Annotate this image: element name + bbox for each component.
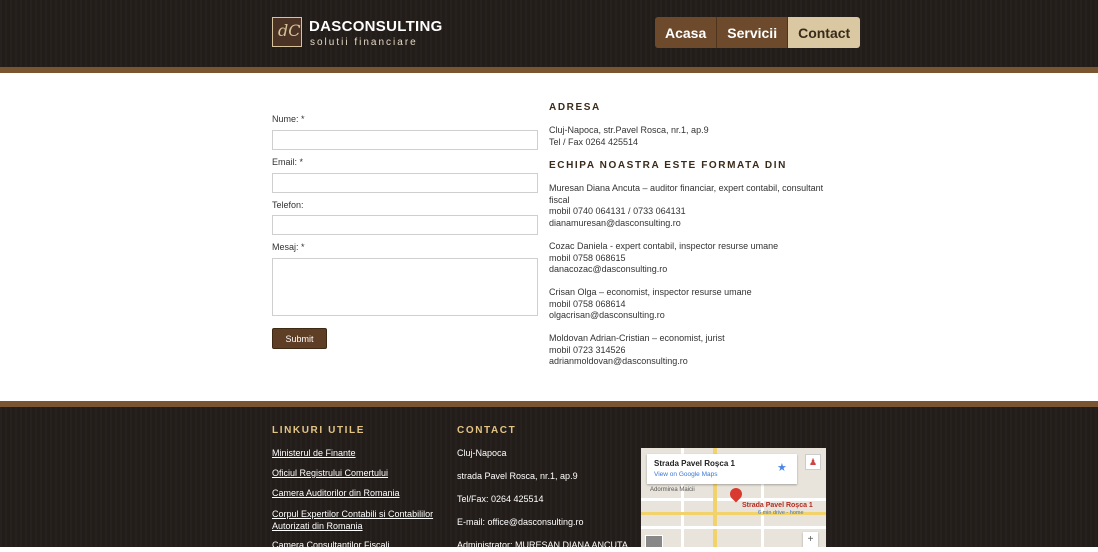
- team-member: Cozac Daniela - expert contabil, inspect…: [549, 241, 834, 276]
- map-place-title: Strada Pavel Roșca 1: [654, 459, 735, 468]
- address-title: ADRESA: [549, 102, 601, 113]
- email-field[interactable]: [272, 173, 538, 193]
- member-email[interactable]: adrianmoldovan@dasconsulting.ro: [549, 356, 834, 368]
- member-role: Muresan Diana Ancuta – auditor financiar…: [549, 183, 824, 205]
- message-field[interactable]: [272, 258, 538, 316]
- footer-link[interactable]: Corpul Expertilor Contabili si Contabili…: [272, 509, 442, 532]
- member-phone: mobil 0758 068614: [549, 298, 626, 309]
- member-role: Moldovan Adrian-Cristian – economist, ju…: [549, 333, 725, 343]
- contact-email: E-mail: office@dasconsulting.ro: [457, 517, 584, 527]
- member-phone: mobil 0723 314526: [549, 344, 626, 355]
- contact-phone: Tel/Fax: 0264 425514: [457, 494, 544, 504]
- address-phone: Tel / Fax 0264 425514: [549, 136, 639, 147]
- team-member: Moldovan Adrian-Cristian – economist, ju…: [549, 333, 834, 368]
- member-email[interactable]: olgacrisan@dasconsulting.ro: [549, 310, 834, 322]
- contact-title: CONTACT: [457, 425, 517, 436]
- nav-item-servicii[interactable]: Servicii: [717, 17, 789, 48]
- member-email[interactable]: dianamuresan@dasconsulting.ro: [549, 218, 834, 230]
- member-role: Cozac Daniela - expert contabil, inspect…: [549, 241, 779, 251]
- map-satellite-thumbnail[interactable]: [645, 535, 663, 547]
- member-phone: mobil 0758 068615: [549, 252, 626, 263]
- logo-icon[interactable]: dC: [272, 17, 302, 47]
- map-pin-label: Strada Pavel Roșca 1: [742, 502, 813, 509]
- contact-admin: Administrator: MURESAN DIANA ANCUTA: [457, 540, 628, 550]
- phone-field[interactable]: [272, 215, 538, 235]
- email-label: Email: *: [272, 157, 304, 167]
- logo-subtitle: solutii financiare: [310, 37, 418, 48]
- team-member: Muresan Diana Ancuta – auditor financiar…: [549, 183, 834, 229]
- contact-street: strada Pavel Rosca, nr.1, ap.9: [457, 471, 578, 481]
- member-role: Crisan Olga – economist, inspector resur…: [549, 287, 752, 297]
- submit-button[interactable]: Submit: [272, 328, 327, 349]
- map-road: [641, 526, 826, 529]
- footer-link[interactable]: Oficiul Registrului Comertului: [272, 468, 442, 480]
- links-title: LINKURI UTILE: [272, 425, 366, 436]
- star-icon[interactable]: ★: [777, 461, 787, 474]
- pegman-icon[interactable]: ♟: [805, 454, 821, 470]
- zoom-in-icon[interactable]: +: [803, 532, 818, 547]
- member-phone: mobil 0740 064131 / 0733 064131: [549, 206, 686, 216]
- nav-item-acasa[interactable]: Acasa: [655, 17, 718, 48]
- message-label: Mesaj: *: [272, 242, 305, 252]
- name-field[interactable]: [272, 130, 538, 150]
- phone-label: Telefon:: [272, 200, 304, 210]
- map-place-card: Strada Pavel Roșca 1 View on Google Maps…: [647, 454, 797, 484]
- footer-link[interactable]: Camera Auditorilor din Romania: [272, 488, 442, 500]
- member-email[interactable]: danacozac@dasconsulting.ro: [549, 264, 834, 276]
- main-nav: Acasa Servicii Contact: [655, 17, 861, 48]
- address-line: Cluj-Napoca, str.Pavel Rosca, nr.1, ap.9: [549, 125, 709, 135]
- footer-link[interactable]: Camera Consultantilor Fiscali: [272, 540, 442, 552]
- logo-mark: dC: [278, 21, 301, 40]
- team-title: ECHIPA NOASTRA ESTE FORMATA DIN: [549, 160, 787, 171]
- logo-title[interactable]: DASCONSULTING: [309, 18, 443, 35]
- map[interactable]: Adormirea Maicii Strada Pavel Roșca 1 Vi…: [641, 448, 826, 547]
- map-street-label: Adormirea Maicii: [650, 487, 695, 493]
- header-divider: [0, 67, 1098, 73]
- address-block: Cluj-Napoca, str.Pavel Rosca, nr.1, ap.9…: [549, 125, 834, 148]
- footer-link[interactable]: Ministerul de Finante: [272, 448, 442, 460]
- team-member: Crisan Olga – economist, inspector resur…: [549, 287, 834, 322]
- map-pin-sub: 6 min drive - home: [758, 510, 804, 516]
- nav-item-contact[interactable]: Contact: [788, 17, 861, 48]
- header: [0, 0, 1098, 67]
- view-on-google-maps-link[interactable]: View on Google Maps: [654, 471, 717, 478]
- name-label: Nume: *: [272, 114, 305, 124]
- contact-city: Cluj-Napoca: [457, 448, 507, 458]
